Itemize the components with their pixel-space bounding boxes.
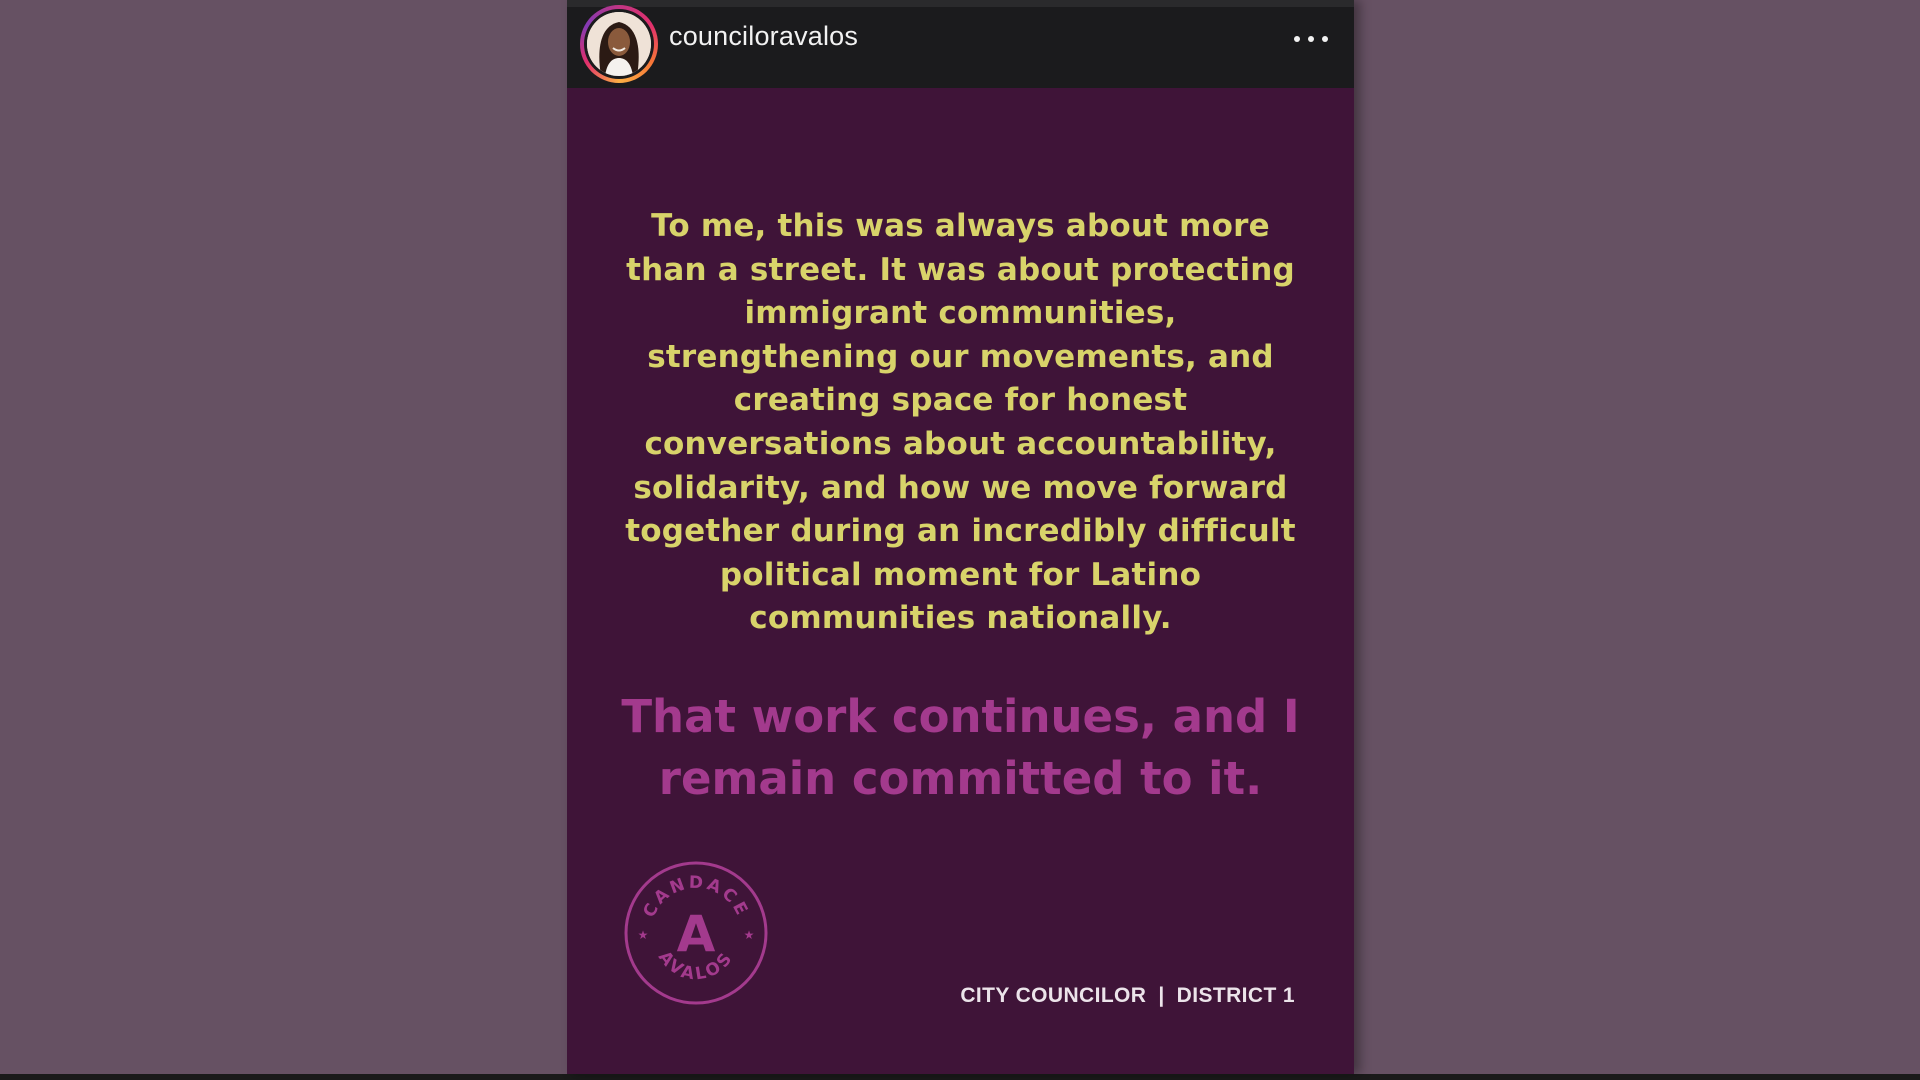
story-avatar[interactable] bbox=[580, 5, 658, 83]
more-horizontal-icon[interactable] bbox=[1294, 33, 1328, 45]
seal-star-icon: ★ bbox=[638, 928, 649, 942]
video-bottom-strip bbox=[0, 1074, 1920, 1080]
post-header: counciloravalos bbox=[567, 0, 1354, 88]
footer-district: DISTRICT 1 bbox=[1176, 984, 1295, 1007]
body-line: To me, this was always about more bbox=[651, 208, 1270, 244]
body-line: communities nationally. bbox=[749, 600, 1172, 637]
candace-avalos-seal-logo: A CANDACE AVALOS ★ ★ bbox=[624, 861, 768, 1005]
body-line: than a street. It was about protecting bbox=[626, 251, 1295, 288]
avatar-portrait-icon bbox=[587, 12, 651, 76]
post-highlight-text: That work continues, and I remain commit… bbox=[597, 686, 1324, 810]
footer-role: CITY COUNCILOR bbox=[960, 984, 1147, 1007]
body-line: immigrant communities, bbox=[744, 295, 1177, 332]
avatar bbox=[587, 12, 651, 76]
body-line: solidarity, and how we move forward bbox=[633, 469, 1288, 506]
footer-separator: | bbox=[1158, 984, 1165, 1007]
post-body-text: To me, this was always about more than a… bbox=[603, 205, 1318, 641]
seal-star-icon: ★ bbox=[744, 928, 755, 942]
body-line: conversations about accountability, bbox=[644, 425, 1277, 462]
username[interactable]: counciloravalos bbox=[669, 21, 858, 52]
story-post: counciloravalos To me, this was always a… bbox=[567, 0, 1354, 1074]
body-line: political moment for Latino bbox=[719, 556, 1202, 593]
footer-title: CITY COUNCILOR | DISTRICT 1 bbox=[960, 984, 1295, 1008]
body-line: creating space for honest bbox=[733, 382, 1188, 419]
highlight-line: That work continues, and I bbox=[621, 690, 1300, 743]
body-line: strengthening our movements, and bbox=[647, 338, 1274, 375]
body-line: together during an incredibly difficult bbox=[625, 513, 1296, 550]
seal-letter: A bbox=[677, 905, 716, 963]
highlight-line: remain committed to it. bbox=[658, 752, 1263, 805]
